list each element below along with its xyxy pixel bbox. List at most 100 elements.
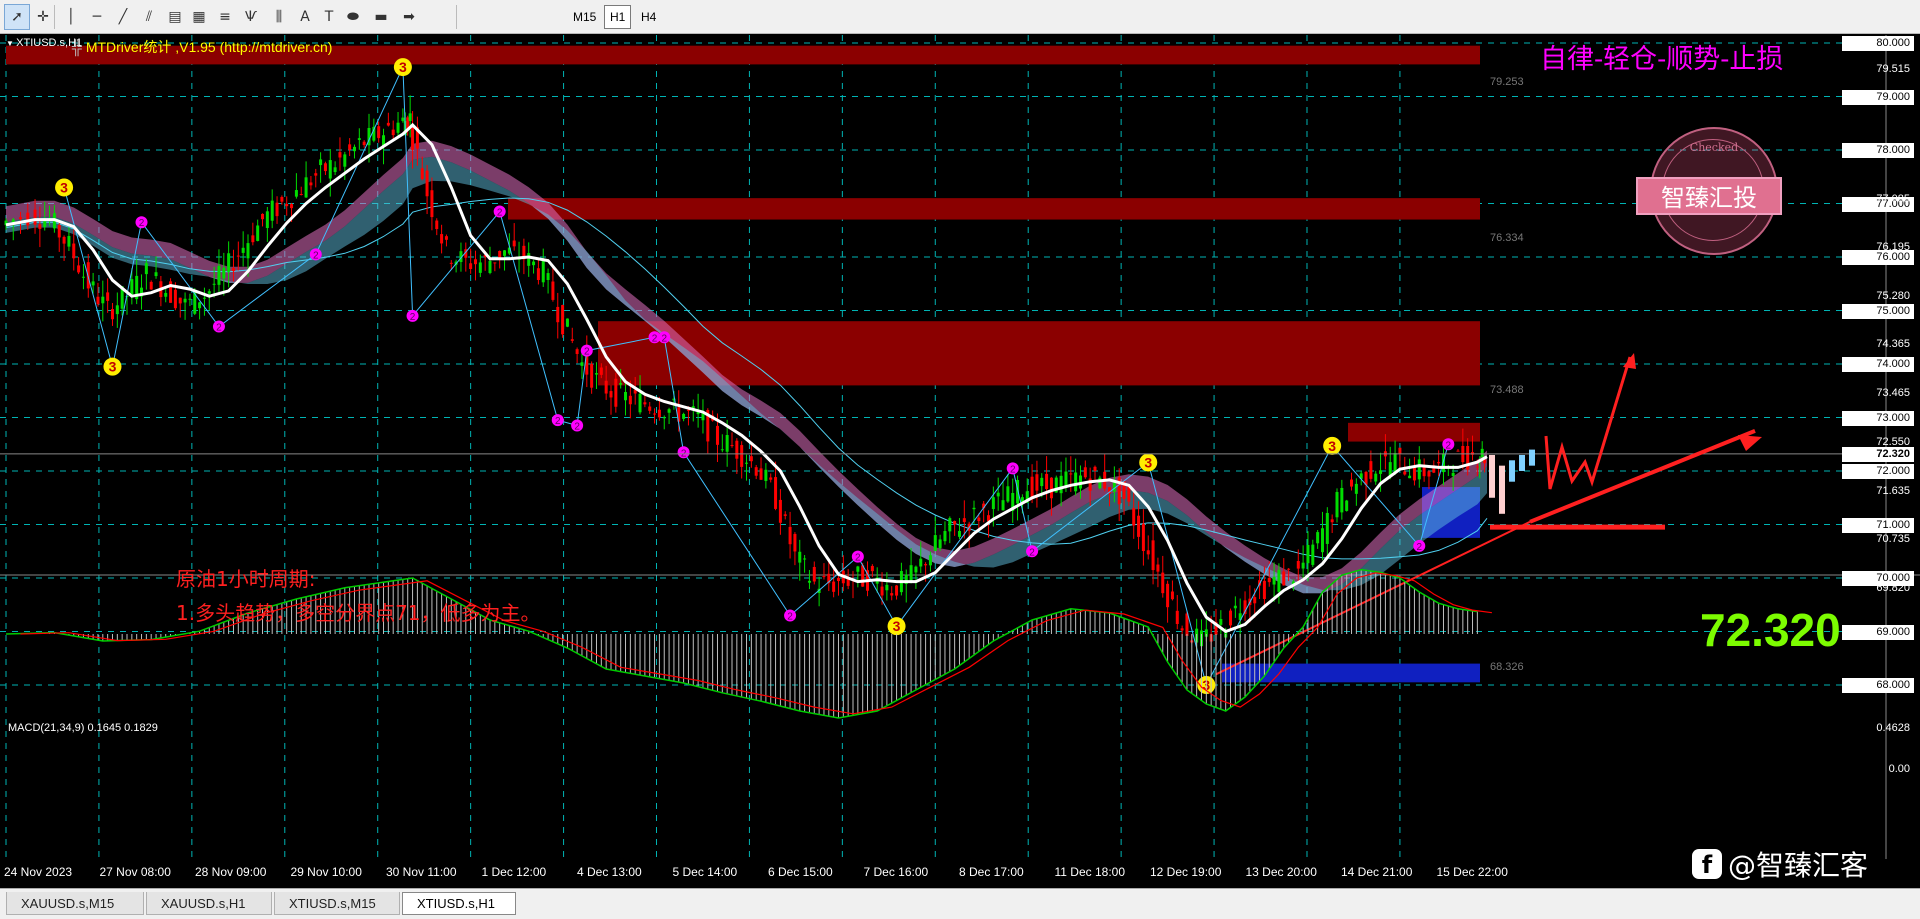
- chart-tab[interactable]: XAUUSD.s,M15: [6, 892, 144, 915]
- candle-body: [493, 262, 497, 264]
- zigzag-label-2: 2: [555, 416, 561, 427]
- candle-body: [343, 154, 347, 167]
- candle-body: [822, 576, 826, 578]
- zigzag-label-3: 3: [399, 59, 407, 75]
- price-chart[interactable]: 333333322222222222222222: [0, 35, 1920, 859]
- candle-body: [1030, 476, 1034, 500]
- candle-body: [1059, 475, 1063, 494]
- price-axis-minor-label: 76.195: [1876, 240, 1910, 253]
- candle-body: [1127, 486, 1131, 502]
- zigzag-label-2: 2: [497, 208, 503, 219]
- price-axis-minor-label: 74.365: [1876, 338, 1910, 351]
- arrowhead-icon: [1623, 353, 1636, 369]
- trendline-icon[interactable]: ╱: [110, 4, 136, 30]
- arrow-icon[interactable]: ➡: [396, 4, 422, 30]
- cursor-icon[interactable]: ➚: [4, 4, 30, 30]
- candle-body: [943, 531, 947, 542]
- pitchfork-icon[interactable]: Ѱ: [238, 4, 264, 30]
- timeframe-h1-button[interactable]: H1: [604, 5, 632, 29]
- time-axis-label: 12 Dec 19:00: [1150, 865, 1222, 879]
- price-axis-label: 78.000: [1842, 143, 1914, 158]
- candle-body: [556, 306, 560, 323]
- crosshair-icon[interactable]: ✛: [30, 4, 56, 30]
- candle-body: [662, 417, 666, 419]
- candle-body: [1282, 571, 1286, 586]
- candle-body: [643, 402, 647, 405]
- candle-body: [1006, 486, 1010, 502]
- price-axis-minor-label: 71.635: [1876, 484, 1910, 497]
- candle-body: [788, 526, 792, 545]
- parallel-channel-icon[interactable]: ⫽: [136, 4, 162, 30]
- candle-body: [1045, 473, 1049, 489]
- candle-body: [880, 586, 884, 596]
- candle-body: [1175, 610, 1179, 625]
- zigzag-label-2: 2: [1029, 547, 1035, 558]
- vertical-line-icon[interactable]: │: [58, 4, 84, 30]
- candle-body: [1137, 515, 1141, 537]
- candle-body: [1253, 597, 1257, 604]
- horizontal-line-icon[interactable]: ─: [84, 4, 110, 30]
- candle-body: [653, 413, 657, 415]
- price-axis-minor-label: 73.465: [1876, 386, 1910, 399]
- candle-body: [251, 235, 255, 243]
- rectangle-icon[interactable]: ▬: [368, 4, 394, 30]
- candle-body: [619, 383, 623, 385]
- candle-body: [420, 168, 424, 180]
- candle-body: [1287, 568, 1291, 570]
- candle-body: [991, 497, 995, 510]
- collapse-arrow-icon[interactable]: ▼: [6, 39, 16, 48]
- candle-body: [909, 565, 913, 582]
- candle-body: [91, 281, 95, 286]
- zigzag-label-2: 2: [574, 422, 580, 433]
- chart-tab[interactable]: XTIUSD.s,H1: [402, 892, 516, 915]
- timeframe-m15-button[interactable]: M15: [568, 5, 601, 29]
- candle-body: [759, 468, 763, 480]
- ellipse-icon[interactable]: ⬬: [340, 4, 366, 30]
- candle-body: [1166, 583, 1170, 608]
- candle-body: [1393, 453, 1397, 474]
- zigzag-label-2: 2: [652, 333, 658, 344]
- candle-body: [735, 440, 739, 459]
- candle-body: [590, 363, 594, 388]
- chart-window[interactable]: 333333322222222222222222 ▼ XTIUSD.s,H1 ╬…: [0, 35, 1920, 859]
- gann-icon[interactable]: ▦: [186, 4, 212, 30]
- fibonacci-icon[interactable]: ≡: [212, 4, 238, 30]
- candle-body: [774, 477, 778, 509]
- candle-body: [1417, 459, 1421, 480]
- indicator-move-icon[interactable]: ╬: [72, 39, 86, 55]
- regression-channel-icon[interactable]: ▤: [162, 4, 188, 30]
- candle-body: [386, 122, 390, 126]
- candle-body: [745, 462, 749, 464]
- watermark: f @智臻汇客: [1692, 844, 1868, 884]
- chart-tab[interactable]: XTIUSD.s,M15: [274, 892, 400, 915]
- recent-candle: [1519, 454, 1525, 471]
- candle-body: [101, 296, 105, 304]
- candle-body: [488, 260, 492, 273]
- text-icon[interactable]: A: [292, 4, 318, 30]
- candle-body: [648, 406, 652, 411]
- candle-body: [362, 141, 366, 146]
- candle-body: [948, 518, 952, 532]
- candle-body: [594, 373, 598, 375]
- text-label-icon[interactable]: T: [316, 4, 342, 30]
- candle-body: [478, 262, 482, 273]
- projection-arrow-right: [1529, 429, 1756, 524]
- candle-body: [725, 435, 729, 452]
- candle-body: [1369, 461, 1373, 479]
- recent-candle: [1489, 454, 1495, 498]
- candle-body: [67, 236, 71, 247]
- zone-price-label: 79.253: [1490, 75, 1524, 88]
- analysis-title: 原油1小时周期:: [176, 567, 316, 591]
- candle-body: [1069, 473, 1073, 475]
- candle-body: [19, 217, 23, 220]
- candle-body: [72, 243, 76, 259]
- candle-body: [885, 584, 889, 591]
- chart-tab[interactable]: XAUUSD.s,H1: [146, 892, 272, 915]
- candle-body: [870, 565, 874, 572]
- candle-body: [527, 253, 531, 266]
- cycle-lines-icon[interactable]: ⫼: [266, 4, 292, 30]
- candle-body: [812, 566, 816, 582]
- timeframe-h4-button[interactable]: H4: [636, 5, 661, 29]
- candle-body: [328, 160, 332, 179]
- candle-body: [764, 469, 768, 481]
